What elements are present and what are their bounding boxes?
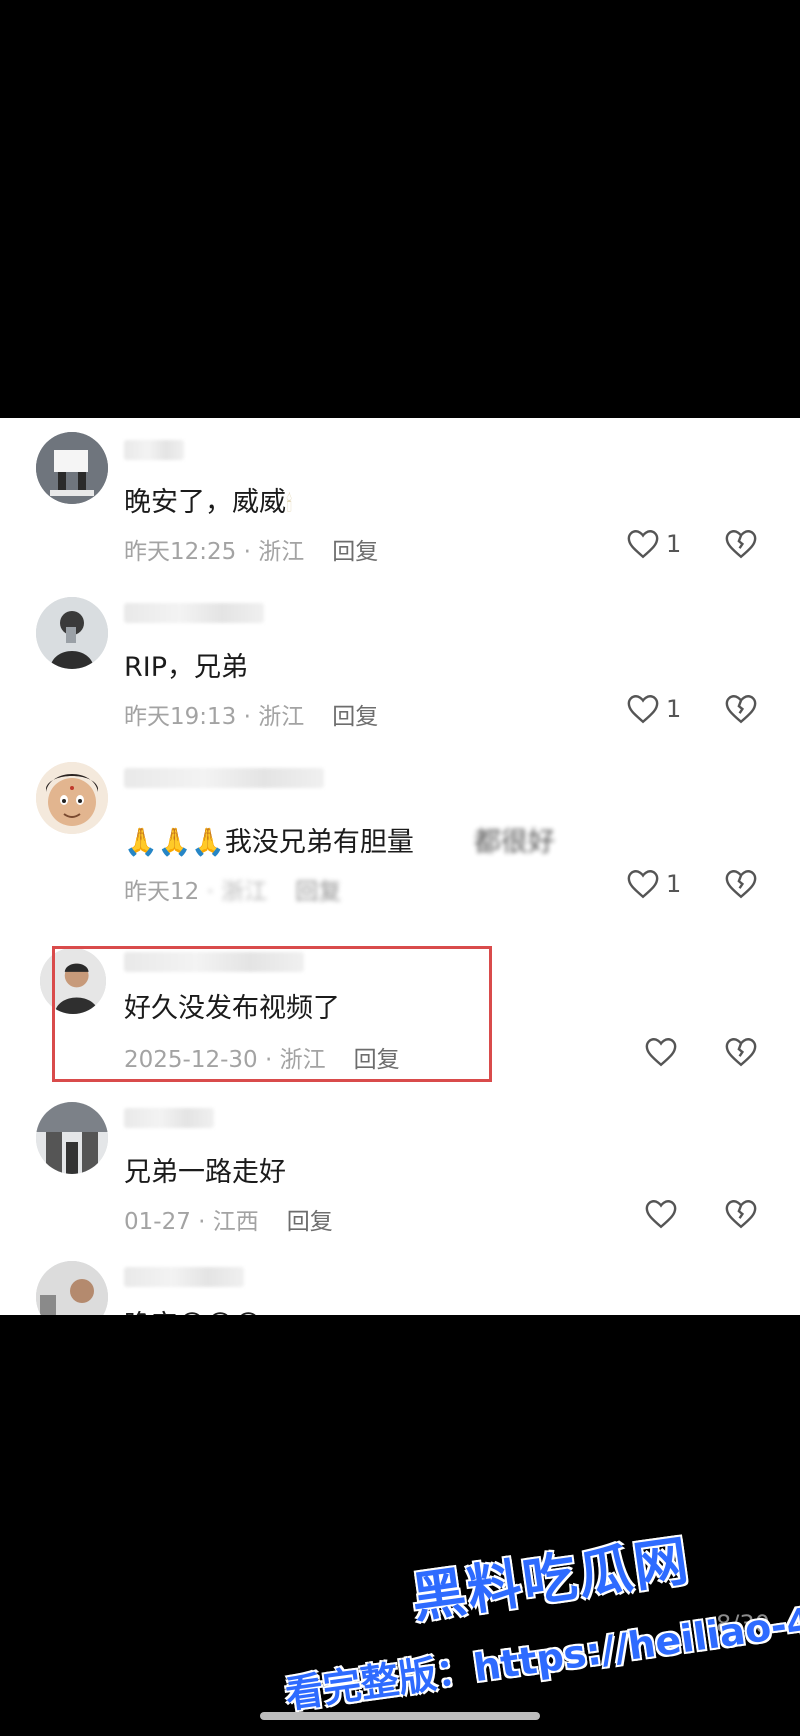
dislike-button[interactable] [724,1198,758,1234]
dislike-button[interactable] [724,693,758,729]
broken-heart-icon [725,695,757,724]
dislike-button[interactable] [724,528,758,564]
heart-icon [627,530,659,559]
like-button[interactable]: 1 [626,693,681,725]
comment-text: 晚安😊😊😊 [124,1303,262,1315]
username[interactable] [124,440,184,460]
heart-icon [627,695,659,724]
like-button[interactable]: 1 [626,868,681,900]
username[interactable] [124,768,324,788]
broken-heart-icon [725,1200,757,1229]
avatar[interactable] [36,1261,108,1315]
avatar[interactable] [36,1102,108,1174]
reply-button[interactable]: 回复 [332,539,378,565]
comment-text: RIP，兄弟 [124,652,249,683]
username[interactable] [124,603,264,623]
heart-icon [627,870,659,899]
highlight-box [52,946,492,1082]
home-indicator[interactable] [260,1712,540,1720]
like-button[interactable]: 1 [626,528,681,560]
broken-heart-icon [725,1038,757,1067]
broken-heart-icon [725,870,757,899]
heart-icon [645,1200,677,1229]
avatar[interactable] [36,432,108,504]
reply-button[interactable]: 回复 [332,704,378,730]
comment-meta: 01-27 · 江西 回复 [124,1209,333,1235]
comment-text: 晚安了，威威🕯 [124,487,293,518]
like-button[interactable] [644,1198,678,1230]
username[interactable] [124,1108,214,1128]
comment-text: 兄弟一路走好 [124,1157,286,1188]
comment-text: 🙏🙏🙏我没兄弟有胆量 都很好 [124,827,555,858]
comment-panel[interactable]: 晚安了，威威🕯 昨天12:25 · 浙江 回复 1 RIP，兄弟 昨天19:13 … [0,418,800,1315]
broken-heart-icon [725,530,757,559]
username[interactable] [124,1267,244,1287]
comment-meta: 昨天12 · 浙江 回复 [124,879,342,905]
like-button[interactable] [644,1036,678,1068]
reply-button[interactable]: 回复 [295,879,341,905]
dislike-button[interactable] [724,868,758,904]
avatar[interactable] [36,762,108,834]
reply-button[interactable]: 回复 [287,1209,333,1235]
dislike-button[interactable] [724,1036,758,1072]
like-count: 1 [666,695,682,723]
like-count: 1 [666,530,682,558]
comment-meta: 昨天19:13 · 浙江 回复 [124,704,379,730]
comment-meta: 昨天12:25 · 浙江 回复 [124,539,379,565]
avatar[interactable] [36,597,108,669]
heart-icon [645,1038,677,1067]
like-count: 1 [666,870,682,898]
video-area-top [0,0,800,418]
